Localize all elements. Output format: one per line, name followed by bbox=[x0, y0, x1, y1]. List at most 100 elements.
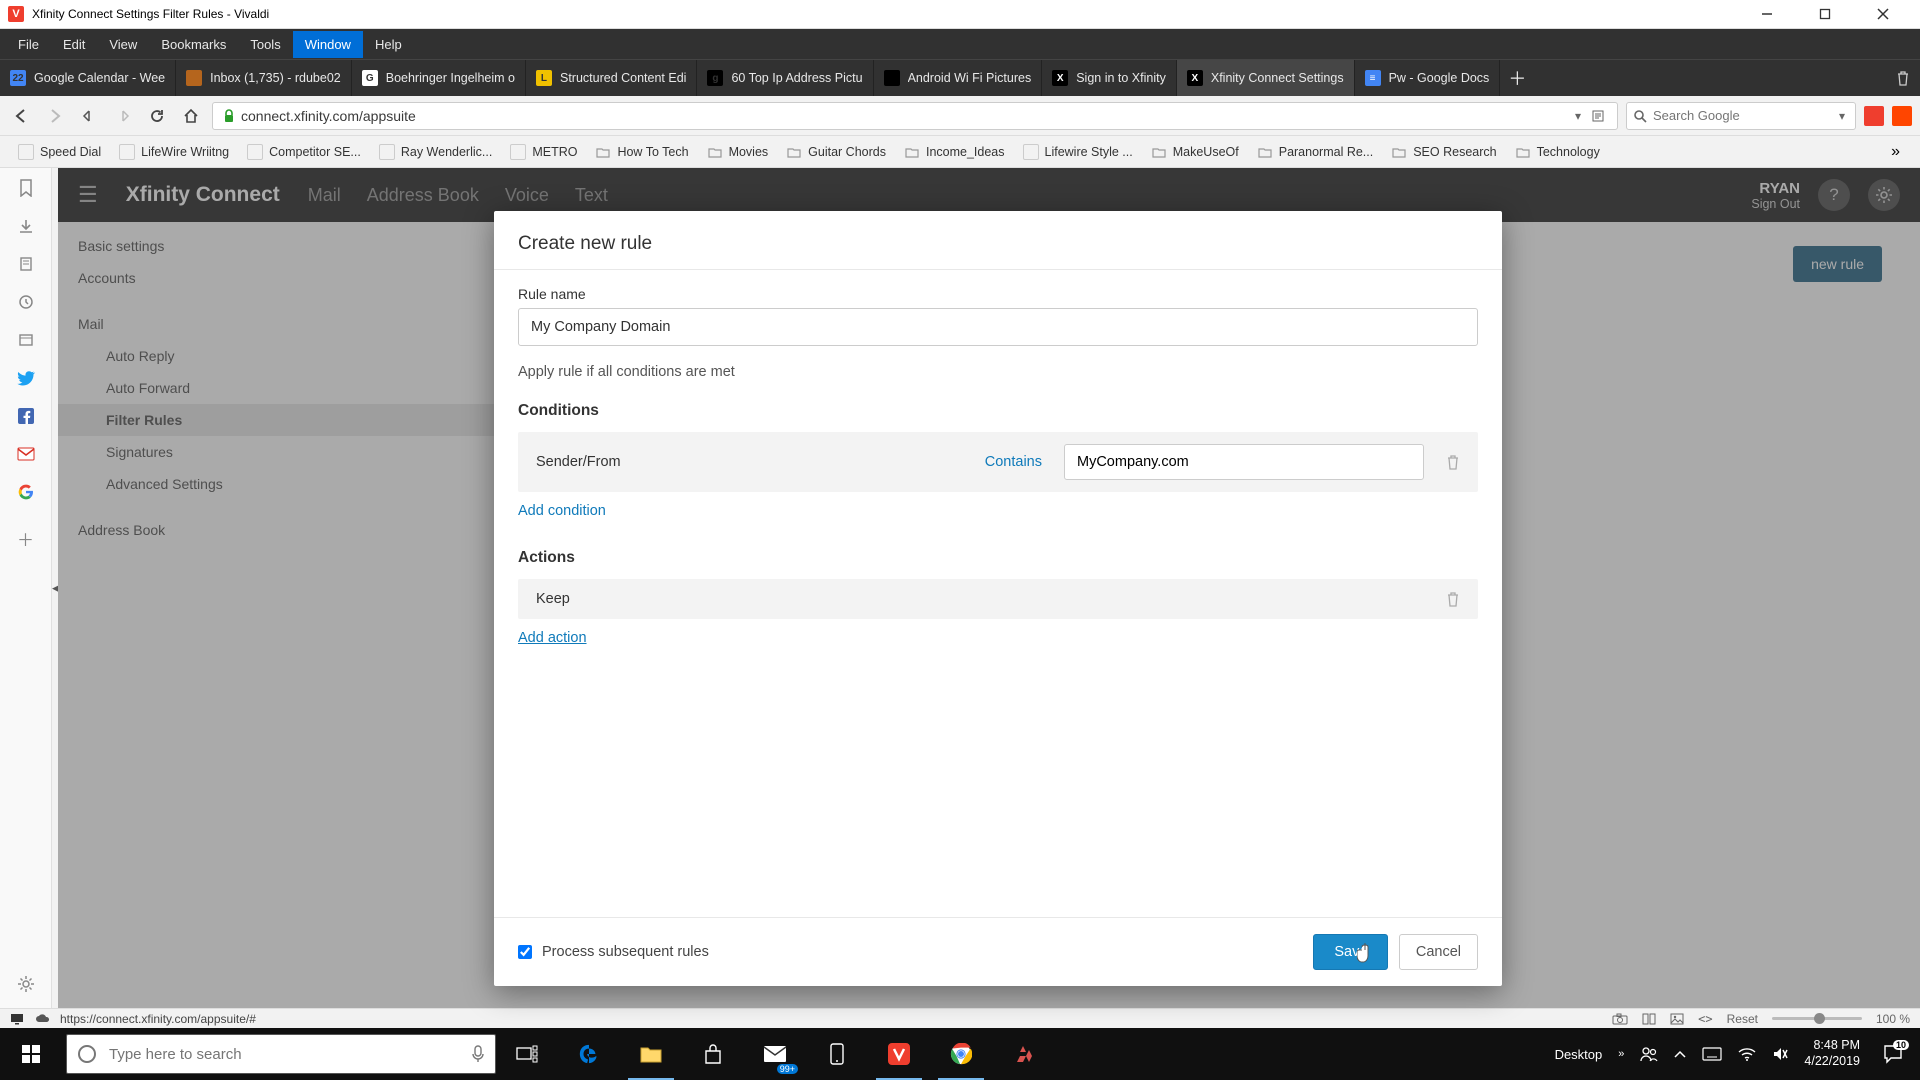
windows-search-input[interactable] bbox=[109, 1046, 459, 1063]
history-panel-icon[interactable] bbox=[12, 288, 40, 316]
desktop-toolbar[interactable]: Desktop bbox=[1555, 1047, 1603, 1062]
condition-field[interactable]: Sender/From bbox=[536, 454, 621, 470]
status-image-icon[interactable] bbox=[1670, 1013, 1684, 1025]
back-button[interactable] bbox=[8, 103, 34, 129]
home-button[interactable] bbox=[178, 103, 204, 129]
facebook-panel-icon[interactable] bbox=[12, 402, 40, 430]
new-tab-button[interactable]: ＋ bbox=[1500, 60, 1534, 96]
volume-tray-icon[interactable] bbox=[1772, 1046, 1788, 1062]
desktop-chevron-icon[interactable]: » bbox=[1618, 1048, 1624, 1060]
status-tile-icon[interactable] bbox=[1642, 1013, 1656, 1025]
bookmark-item[interactable]: MakeUseOf bbox=[1143, 140, 1247, 164]
browser-tab[interactable]: XSign in to Xfinity bbox=[1042, 60, 1177, 96]
window-panel-icon[interactable] bbox=[12, 326, 40, 354]
zoom-slider[interactable] bbox=[1772, 1017, 1862, 1020]
edge-taskbar-icon[interactable] bbox=[558, 1028, 620, 1080]
task-view-icon[interactable] bbox=[496, 1028, 558, 1080]
browser-tab[interactable]: XXfinity Connect Settings bbox=[1177, 60, 1355, 96]
condition-operator[interactable]: Contains bbox=[985, 454, 1042, 470]
bookmark-item[interactable]: Income_Ideas bbox=[896, 140, 1013, 164]
status-code-icon[interactable]: <> bbox=[1698, 1012, 1712, 1026]
zoom-thumb[interactable] bbox=[1814, 1013, 1825, 1024]
browser-tab[interactable]: Inbox (1,735) - rdube02 bbox=[176, 60, 352, 96]
mic-icon[interactable] bbox=[471, 1045, 485, 1063]
extension-icon-2[interactable] bbox=[1892, 106, 1912, 126]
save-button[interactable]: Save bbox=[1313, 934, 1388, 970]
search-input[interactable] bbox=[1653, 108, 1829, 123]
bookmark-item[interactable]: Technology bbox=[1507, 140, 1608, 164]
close-button[interactable] bbox=[1854, 0, 1912, 28]
bookmark-item[interactable]: Speed Dial bbox=[10, 140, 109, 164]
reload-button[interactable] bbox=[144, 103, 170, 129]
browser-tab[interactable]: LStructured Content Edi bbox=[526, 60, 697, 96]
bookmark-item[interactable]: Competitor SE... bbox=[239, 140, 369, 164]
browser-tab[interactable]: 22Google Calendar - Wee bbox=[0, 60, 176, 96]
status-screen-icon[interactable] bbox=[10, 1013, 24, 1025]
menu-file[interactable]: File bbox=[6, 31, 51, 58]
bookmark-item[interactable]: Paranormal Re... bbox=[1249, 140, 1381, 164]
extension-icon-1[interactable] bbox=[1864, 106, 1884, 126]
add-panel-icon[interactable]: ＋ bbox=[12, 524, 40, 552]
rewind-button[interactable] bbox=[76, 103, 102, 129]
start-button[interactable] bbox=[0, 1028, 62, 1080]
bookmark-item[interactable]: SEO Research bbox=[1383, 140, 1504, 164]
app-taskbar-icon[interactable] bbox=[992, 1028, 1054, 1080]
search-field[interactable]: ▾ bbox=[1626, 102, 1856, 130]
menu-window[interactable]: Window bbox=[293, 31, 363, 58]
url-field[interactable]: connect.xfinity.com/appsuite ▾ bbox=[212, 102, 1618, 130]
wifi-tray-icon[interactable] bbox=[1738, 1047, 1756, 1061]
store-taskbar-icon[interactable] bbox=[682, 1028, 744, 1080]
action-center-icon[interactable]: 10 bbox=[1876, 1037, 1910, 1071]
phone-taskbar-icon[interactable] bbox=[806, 1028, 868, 1080]
google-panel-icon[interactable] bbox=[12, 478, 40, 506]
closed-tabs-icon[interactable] bbox=[1886, 60, 1920, 96]
tray-clock[interactable]: 8:48 PM 4/22/2019 bbox=[1804, 1038, 1860, 1069]
add-action-link[interactable]: Add action bbox=[518, 630, 587, 646]
cancel-button[interactable]: Cancel bbox=[1399, 934, 1478, 970]
vivaldi-taskbar-icon[interactable] bbox=[868, 1028, 930, 1080]
keyboard-tray-icon[interactable] bbox=[1702, 1047, 1722, 1061]
settings-panel-icon[interactable] bbox=[12, 970, 40, 998]
delete-condition-icon[interactable] bbox=[1446, 454, 1460, 470]
browser-tab[interactable]: ≡Pw - Google Docs bbox=[1355, 60, 1501, 96]
maximize-button[interactable] bbox=[1796, 0, 1854, 28]
add-condition-link[interactable]: Add condition bbox=[518, 503, 606, 519]
browser-tab[interactable]: Android Wi Fi Pictures bbox=[874, 60, 1043, 96]
menu-bookmarks[interactable]: Bookmarks bbox=[149, 31, 238, 58]
chrome-taskbar-icon[interactable] bbox=[930, 1028, 992, 1080]
bookmark-item[interactable]: Movies bbox=[699, 140, 777, 164]
mail-taskbar-icon[interactable]: 99+ bbox=[744, 1028, 806, 1080]
status-camera-icon[interactable] bbox=[1612, 1013, 1628, 1025]
url-dropdown-icon[interactable]: ▾ bbox=[1565, 109, 1591, 123]
search-engine-icon[interactable] bbox=[1627, 109, 1653, 123]
menu-help[interactable]: Help bbox=[363, 31, 414, 58]
gmail-panel-icon[interactable] bbox=[12, 440, 40, 468]
bookmark-item[interactable]: LifeWire Wriitng bbox=[111, 140, 237, 164]
downloads-panel-icon[interactable] bbox=[12, 212, 40, 240]
windows-search[interactable] bbox=[66, 1034, 496, 1074]
bookmarks-overflow-icon[interactable]: » bbox=[1881, 139, 1910, 165]
bookmarks-panel-icon[interactable] bbox=[12, 174, 40, 202]
condition-value-input[interactable] bbox=[1064, 444, 1424, 480]
menu-tools[interactable]: Tools bbox=[238, 31, 292, 58]
browser-tab[interactable]: GBoehringer Ingelheim o bbox=[352, 60, 526, 96]
bookmark-item[interactable]: Guitar Chords bbox=[778, 140, 894, 164]
reader-mode-icon[interactable] bbox=[1591, 109, 1617, 123]
process-subsequent-checkbox[interactable] bbox=[518, 945, 532, 959]
minimize-button[interactable] bbox=[1738, 0, 1796, 28]
browser-tab[interactable]: g60 Top Ip Address Pictu bbox=[697, 60, 873, 96]
bookmark-item[interactable]: How To Tech bbox=[587, 140, 696, 164]
bookmark-item[interactable]: Ray Wenderlic... bbox=[371, 140, 500, 164]
explorer-taskbar-icon[interactable] bbox=[620, 1028, 682, 1080]
menu-view[interactable]: View bbox=[97, 31, 149, 58]
search-dropdown-icon[interactable]: ▾ bbox=[1829, 109, 1855, 123]
zoom-reset[interactable]: Reset bbox=[1727, 1012, 1758, 1026]
bookmark-item[interactable]: METRO bbox=[502, 140, 585, 164]
twitter-panel-icon[interactable] bbox=[12, 364, 40, 392]
delete-action-icon[interactable] bbox=[1446, 591, 1460, 607]
people-tray-icon[interactable] bbox=[1640, 1046, 1658, 1062]
notes-panel-icon[interactable] bbox=[12, 250, 40, 278]
action-field[interactable]: Keep bbox=[536, 591, 570, 607]
forward-button[interactable] bbox=[42, 103, 68, 129]
status-cloud-icon[interactable] bbox=[34, 1013, 50, 1025]
